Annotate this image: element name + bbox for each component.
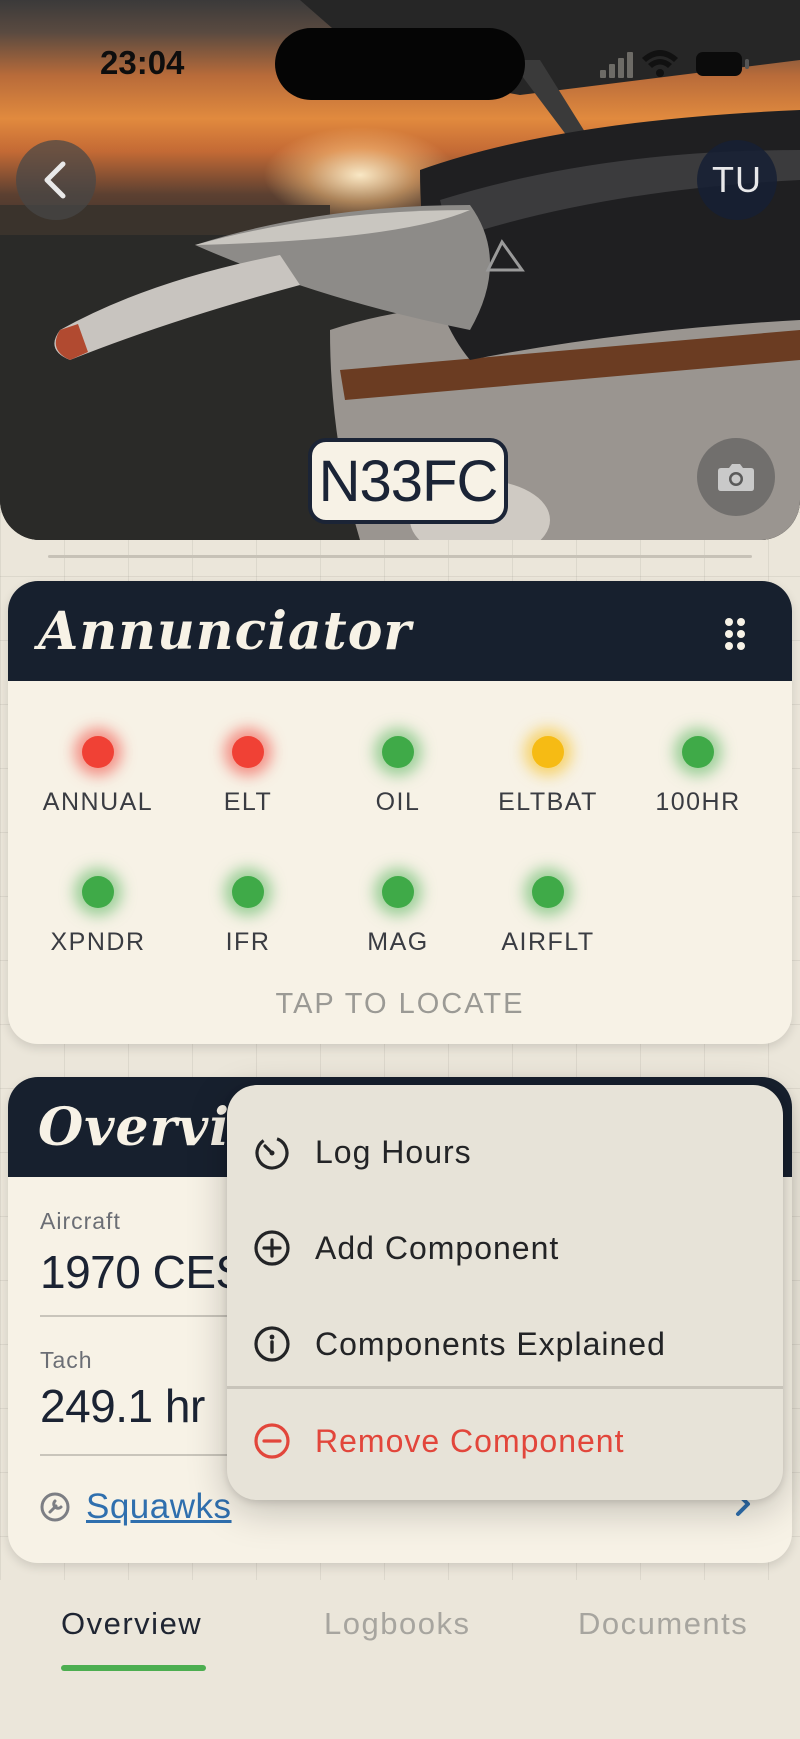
dynamic-island	[275, 28, 525, 100]
drag-handle-icon[interactable]	[724, 617, 746, 651]
status-icons	[600, 50, 749, 78]
wrench-icon	[40, 1492, 70, 1522]
status-light-icon	[532, 876, 564, 908]
info-circle-icon	[254, 1326, 290, 1362]
minus-circle-icon	[254, 1423, 290, 1459]
battery-icon	[696, 52, 749, 76]
wifi-icon	[642, 50, 678, 77]
status-light-icon	[382, 876, 414, 908]
annunciator-light-label: ANNUAL	[42, 788, 154, 816]
annunciator-light-label: MAG	[367, 928, 429, 956]
menu-item-log-hours[interactable]: Log Hours	[227, 1107, 783, 1197]
annunciator-light-oil[interactable]: OIL	[323, 736, 473, 846]
menu-item-label: Log Hours	[315, 1133, 472, 1170]
tap-to-locate-hint: TAP TO LOCATE	[275, 988, 525, 1020]
aircraft-value[interactable]: 1970 CES	[40, 1245, 246, 1299]
annunciator-light-annual[interactable]: ANNUAL	[23, 736, 173, 846]
tach-label: Tach	[40, 1347, 93, 1373]
annunciator-light-label: ELT	[223, 788, 273, 816]
timer-icon	[255, 1136, 289, 1170]
annunciator-lights: ANNUAL ELT OIL ELTBAT 100HR XPNDR IFR MA…	[8, 681, 792, 981]
annunciator-light-label: XPNDR	[50, 928, 146, 956]
menu-divider	[227, 1386, 783, 1389]
annunciator-light-label: ELTBAT	[498, 788, 598, 816]
menu-item-label: Add Component	[315, 1229, 560, 1266]
status-light-icon	[532, 736, 564, 768]
annunciator-light-ifr[interactable]: IFR	[173, 876, 323, 986]
annunciator-light-airflt[interactable]: AIRFLT	[473, 876, 623, 986]
tail-number-badge[interactable]: N33FC	[308, 438, 508, 524]
annunciator-light-label: IFR	[225, 928, 271, 956]
menu-item-label: Components Explained	[315, 1325, 666, 1362]
tab-bar: Overview Logbooks Documents	[0, 1580, 800, 1739]
annunciator-card: Annunciator ANNUAL ELT OIL ELTBAT 100HR	[8, 581, 792, 1044]
tab-documents[interactable]: Documents	[578, 1606, 748, 1642]
squawks-link[interactable]: Squawks	[86, 1487, 232, 1527]
tab-overview[interactable]: Overview	[61, 1606, 202, 1642]
status-light-icon	[382, 736, 414, 768]
status-light-icon	[82, 876, 114, 908]
active-tab-indicator	[61, 1665, 206, 1671]
annunciator-light-label: 100HR	[655, 788, 741, 816]
menu-item-add-component[interactable]: Add Component	[227, 1203, 783, 1293]
annunciator-light-xpndr[interactable]: XPNDR	[23, 876, 173, 986]
menu-item-components-explained[interactable]: Components Explained	[227, 1299, 783, 1389]
annunciator-light-mag[interactable]: MAG	[323, 876, 473, 986]
status-light-icon	[232, 876, 264, 908]
change-photo-button[interactable]	[697, 438, 775, 516]
annunciator-title: Annunciator	[38, 600, 412, 662]
status-light-icon	[682, 736, 714, 768]
plus-circle-icon	[254, 1230, 290, 1266]
overview-title: Overvi	[38, 1096, 230, 1158]
annunciator-light-label: AIRFLT	[501, 928, 595, 956]
aircraft-label: Aircraft	[40, 1208, 121, 1234]
menu-item-remove-component[interactable]: Remove Component	[227, 1396, 783, 1486]
status-bar-time: 23:04	[100, 44, 185, 81]
chevron-left-icon	[44, 161, 66, 199]
aircraft-hero-image: 23:04 TU N33FC	[0, 0, 800, 540]
status-light-icon	[232, 736, 264, 768]
menu-item-label: Remove Component	[315, 1422, 625, 1459]
camera-icon	[718, 464, 754, 491]
avatar[interactable]: TU	[697, 140, 777, 220]
annunciator-light-100hr[interactable]: 100HR	[623, 736, 773, 846]
status-light-icon	[82, 736, 114, 768]
divider	[48, 555, 752, 558]
annunciator-light-elt[interactable]: ELT	[173, 736, 323, 846]
tach-value[interactable]: 249.1 hr	[40, 1379, 205, 1433]
context-menu: Log Hours Add Component Components Expla…	[227, 1085, 783, 1500]
cellular-icon	[600, 52, 633, 78]
annunciator-light-eltbat[interactable]: ELTBAT	[473, 736, 623, 846]
back-button[interactable]	[16, 140, 96, 220]
annunciator-header: Annunciator	[8, 581, 792, 681]
annunciator-light-label: OIL	[375, 788, 421, 816]
tab-logbooks[interactable]: Logbooks	[324, 1606, 470, 1642]
